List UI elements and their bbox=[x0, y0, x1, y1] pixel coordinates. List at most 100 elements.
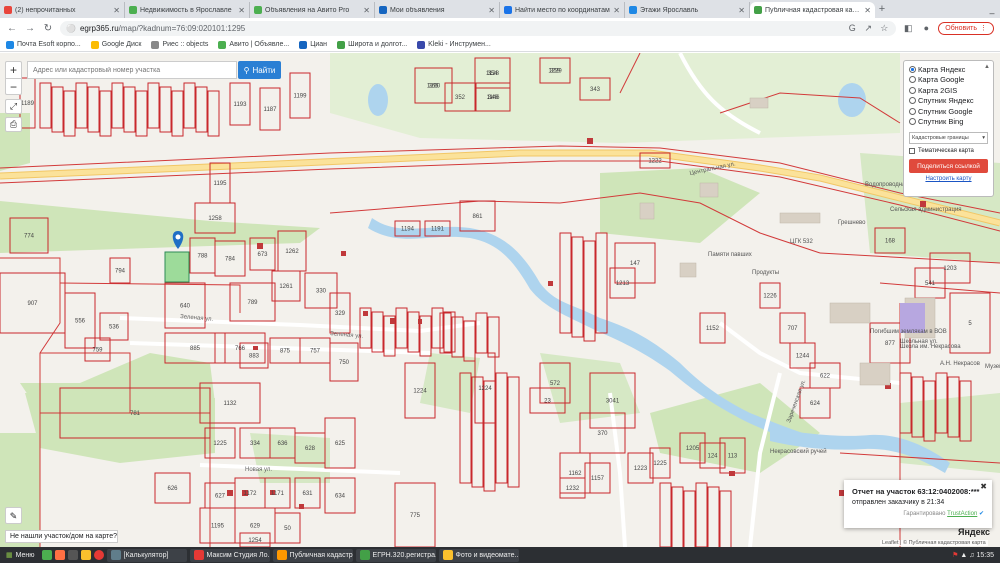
google-translate-icon[interactable]: G bbox=[846, 23, 858, 33]
layer-option[interactable]: Карта Google bbox=[909, 75, 988, 86]
parcel-boundary[interactable] bbox=[207, 90, 220, 137]
bookmark-item[interactable]: Почта Esoft корпо... bbox=[6, 40, 81, 49]
window-minimize-icon[interactable]: – bbox=[984, 8, 1000, 18]
layer-option[interactable]: Спутник Яндекс bbox=[909, 96, 988, 107]
bookmark-item[interactable]: Широта и долгот... bbox=[337, 40, 407, 49]
firefox-icon[interactable] bbox=[54, 550, 65, 560]
tab-close-icon[interactable]: ✕ bbox=[488, 6, 495, 15]
parcel-boundary[interactable] bbox=[159, 86, 172, 133]
parcel-boundary[interactable] bbox=[51, 86, 64, 133]
parcel-boundary[interactable] bbox=[483, 380, 496, 492]
browser-tab[interactable]: Недвижимость в Ярославле ✕ bbox=[125, 2, 250, 18]
provider-link[interactable]: TrustAction bbox=[947, 511, 977, 517]
boundaries-select[interactable]: Кадастровые границы ▾ bbox=[909, 132, 988, 144]
reload-icon[interactable]: ↻ bbox=[42, 23, 54, 34]
chrome-icon[interactable] bbox=[93, 550, 104, 560]
parcel-boundary[interactable] bbox=[451, 316, 464, 358]
folder-icon[interactable] bbox=[80, 550, 91, 560]
forward-icon[interactable]: → bbox=[24, 23, 36, 34]
map-canvas[interactable]: 365354 359348352343125811951189 1193118711… bbox=[0, 53, 1000, 547]
layer-option[interactable]: Карта 2GIS bbox=[909, 85, 988, 96]
search-button[interactable]: ⚲ Найти bbox=[238, 61, 281, 79]
back-icon[interactable]: ← bbox=[6, 23, 18, 34]
terminal-icon[interactable] bbox=[67, 550, 78, 560]
cadastral-map[interactable]: 365 354 359 348 352 343 1258 1195 1189 1193 1187 11… bbox=[0, 53, 1000, 547]
not-found-link[interactable]: Не нашли участок/дом на карте? bbox=[5, 530, 118, 543]
start-menu-button[interactable]: ▦ Меню bbox=[2, 549, 39, 562]
radio-button[interactable] bbox=[909, 97, 916, 105]
parcel-boundary[interactable] bbox=[99, 90, 112, 137]
setup-map-link[interactable]: Настроить карту bbox=[909, 176, 988, 182]
parcel-boundary[interactable] bbox=[75, 82, 88, 129]
taskbar-window[interactable]: ЕГРН.320.регистра... bbox=[355, 548, 436, 562]
radio-button[interactable] bbox=[909, 107, 916, 115]
parcel-boundary[interactable] bbox=[707, 486, 720, 547]
print-icon[interactable]: ⎙ bbox=[5, 117, 22, 132]
layer-option[interactable]: Спутник Google bbox=[909, 106, 988, 117]
parcel-boundary[interactable] bbox=[695, 482, 708, 547]
parcel-boundary[interactable] bbox=[407, 311, 420, 353]
bookmark-item[interactable]: Авито | Объявле... bbox=[218, 40, 289, 49]
bookmark-item[interactable]: Риес :: objects bbox=[151, 40, 208, 49]
radio-button[interactable] bbox=[909, 65, 916, 73]
parcel-boundary[interactable] bbox=[439, 312, 452, 354]
browser-tab[interactable]: (2) непрочитанных ✕ bbox=[0, 2, 125, 18]
bookmark-item[interactable]: Kleki - Инструмен... bbox=[417, 40, 491, 49]
parcel-boundary[interactable] bbox=[935, 372, 948, 434]
tab-close-icon[interactable]: ✕ bbox=[864, 6, 871, 15]
tab-close-icon[interactable]: ✕ bbox=[238, 6, 245, 15]
parcel-boundary[interactable] bbox=[459, 372, 472, 484]
layer-option[interactable]: Карта Яндекс bbox=[909, 64, 988, 75]
thematic-map-checkbox[interactable]: Тематическая карта bbox=[909, 148, 988, 154]
zoom-in-button[interactable]: + bbox=[6, 62, 21, 78]
parcel-boundary[interactable] bbox=[923, 380, 936, 442]
bookmark-item[interactable]: Google Диск bbox=[90, 40, 141, 49]
parcel-boundary[interactable] bbox=[487, 316, 500, 358]
radio-button[interactable] bbox=[909, 118, 916, 126]
profile-avatar-icon[interactable]: ● bbox=[920, 23, 932, 33]
taskbar-window[interactable]: Фото и видеомате... bbox=[438, 548, 519, 562]
parcel-boundary[interactable] bbox=[471, 376, 484, 488]
parcel-boundary[interactable] bbox=[111, 82, 124, 129]
parcel-boundary[interactable] bbox=[595, 232, 608, 334]
taskbar-window[interactable]: Публичная кадастр... bbox=[272, 548, 353, 562]
parcel-boundary[interactable] bbox=[899, 372, 912, 434]
tab-close-icon[interactable]: ✕ bbox=[613, 6, 620, 15]
parcel-boundary[interactable] bbox=[171, 90, 184, 137]
parcel-boundary[interactable] bbox=[947, 376, 960, 438]
parcel-boundary[interactable] bbox=[959, 380, 972, 442]
update-button[interactable]: Обновить ⋮ bbox=[938, 21, 994, 35]
fullscreen-icon[interactable]: ⤢ bbox=[5, 99, 22, 114]
close-icon[interactable]: ✖ bbox=[980, 482, 987, 491]
bookmark-item[interactable]: Циан bbox=[299, 40, 327, 49]
parcel-boundary[interactable] bbox=[507, 376, 520, 488]
sidebar-icon[interactable]: ◧ bbox=[902, 23, 914, 34]
parcel-boundary[interactable] bbox=[195, 86, 208, 133]
share-icon[interactable]: ↗ bbox=[862, 23, 874, 34]
zoom-out-button[interactable]: − bbox=[6, 78, 21, 94]
scroll-up-icon[interactable]: ▲ bbox=[984, 64, 990, 70]
parcel-boundary[interactable] bbox=[135, 90, 148, 137]
tab-close-icon[interactable]: ✕ bbox=[113, 6, 120, 15]
file-manager-icon[interactable] bbox=[41, 550, 52, 560]
bookmark-star-icon[interactable]: ☆ bbox=[878, 23, 890, 34]
browser-tab[interactable]: Объявления на Авито Pro ✕ bbox=[250, 2, 375, 18]
parcel-boundary[interactable] bbox=[123, 86, 136, 133]
browser-tab[interactable]: Мои объявления ✕ bbox=[375, 2, 500, 18]
parcel-boundary[interactable] bbox=[659, 482, 672, 547]
parcel-boundary[interactable] bbox=[683, 490, 696, 547]
parcel-boundary[interactable] bbox=[559, 232, 572, 334]
parcel-boundary[interactable] bbox=[87, 86, 100, 133]
browser-tab[interactable]: Найти место по координатам ✕ bbox=[500, 2, 625, 18]
browser-tab[interactable]: Этажи Ярославль ✕ bbox=[625, 2, 750, 18]
parcel-boundary[interactable] bbox=[911, 376, 924, 438]
browser-tab[interactable]: Публичная кадастровая карта ✕ bbox=[750, 2, 875, 18]
parcel-boundary[interactable] bbox=[475, 312, 488, 354]
edit-pencil-icon[interactable]: ✎ bbox=[5, 507, 22, 524]
parcel-boundary[interactable] bbox=[495, 372, 508, 484]
share-link-button[interactable]: Поделиться ссылкой bbox=[909, 159, 988, 173]
parcel-boundary[interactable] bbox=[39, 82, 52, 129]
parcel-boundary[interactable] bbox=[571, 236, 584, 338]
tab-close-icon[interactable]: ✕ bbox=[738, 6, 745, 15]
parcel-boundary[interactable] bbox=[463, 320, 476, 362]
